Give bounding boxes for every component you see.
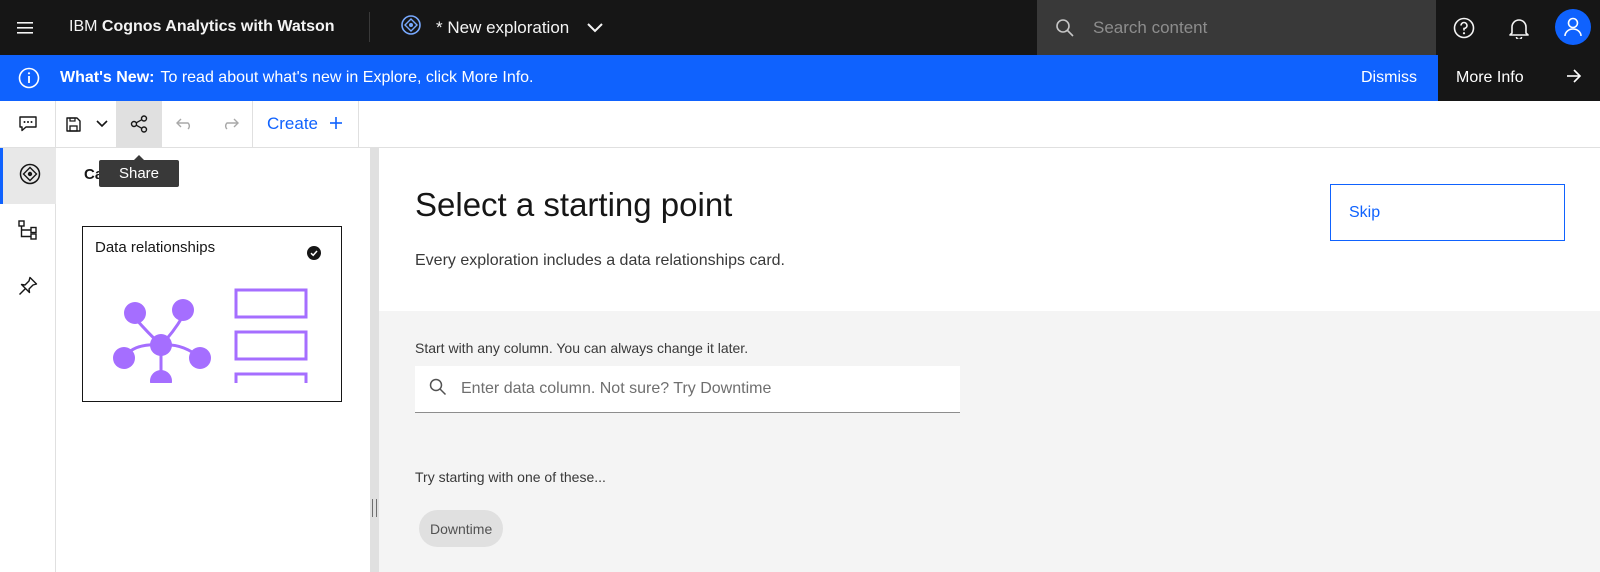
arrow-right-icon: [1566, 68, 1582, 88]
toolbar-divider: [358, 101, 359, 147]
column-search-input[interactable]: [461, 380, 941, 398]
rail-item-data-tree[interactable]: [0, 204, 56, 260]
toolbar-divider: [55, 101, 56, 147]
app-brand[interactable]: IBM Cognos Analytics with Watson: [69, 18, 335, 36]
create-label: Create: [266, 114, 319, 133]
exploration-switcher[interactable]: * New exploration: [400, 0, 603, 55]
exploration-cards-icon: [19, 163, 41, 190]
plus-icon: [330, 114, 343, 134]
notifications-icon[interactable]: [1491, 0, 1546, 55]
page-title: Select a starting point: [415, 186, 733, 223]
search-icon: [1055, 18, 1075, 38]
tree-view-icon: [18, 219, 38, 245]
header-divider: [369, 12, 370, 42]
global-search: [1037, 0, 1436, 55]
save-options-chevron-icon[interactable]: [88, 101, 116, 147]
help-icon[interactable]: [1436, 0, 1491, 55]
search-icon: [429, 378, 447, 401]
suggestion-chip-downtime[interactable]: Downtime: [419, 510, 504, 547]
toolbar: Create: [0, 101, 1600, 148]
page-subtitle: Every exploration includes a data relati…: [415, 252, 785, 269]
exploration-icon: [400, 14, 422, 41]
chat-icon[interactable]: [0, 101, 55, 147]
share-icon[interactable]: [116, 101, 162, 147]
menu-icon[interactable]: [0, 0, 50, 55]
column-prompt: Start with any column. You can always ch…: [415, 340, 749, 356]
more-info-button[interactable]: More Info: [1438, 55, 1600, 101]
brand-name: Cognos Analytics with Watson: [101, 18, 335, 35]
suggestions-prompt: Try starting with one of these...: [415, 469, 606, 485]
info-icon: [18, 67, 40, 89]
column-picker: Start with any column. You can always ch…: [379, 311, 1600, 572]
pin-icon: [18, 276, 38, 301]
brand-prefix: IBM: [69, 18, 98, 35]
share-tooltip: Share: [99, 155, 179, 187]
rail-item-pins[interactable]: [0, 260, 56, 316]
rail-item-cards[interactable]: [0, 148, 56, 204]
checkmark-icon: [307, 246, 321, 260]
data-relationships-card[interactable]: Data relationships: [82, 226, 342, 402]
create-button[interactable]: Create: [252, 101, 357, 147]
whats-new-banner: What's New: To read about what's new in E…: [0, 55, 1600, 101]
skip-button[interactable]: Skip: [1330, 184, 1565, 241]
cards-panel: Ca Data relationships: [56, 148, 371, 572]
left-rail: [0, 148, 56, 572]
banner-text: To read about what's new in Explore, cli…: [160, 69, 534, 86]
starting-point-header: Select a starting point Every exploratio…: [379, 148, 1600, 311]
more-info-label: More Info: [1456, 69, 1524, 86]
top-header: IBM Cognos Analytics with Watson * New e…: [0, 0, 1600, 55]
banner-heading: What's New:: [60, 69, 155, 86]
panel-splitter[interactable]: [370, 148, 379, 572]
exploration-title: * New exploration: [436, 17, 570, 37]
column-search: [415, 366, 960, 413]
search-input[interactable]: [1093, 17, 1413, 38]
card-title: Data relationships: [95, 239, 216, 256]
data-relationships-illustration: [113, 288, 308, 383]
chevron-down-icon[interactable]: [587, 18, 603, 38]
dismiss-button[interactable]: Dismiss: [1340, 55, 1438, 101]
redo-icon[interactable]: [208, 101, 252, 147]
save-icon[interactable]: [58, 101, 88, 147]
undo-icon[interactable]: [162, 101, 208, 147]
banner-message: What's New: To read about what's new in E…: [60, 69, 534, 87]
user-avatar-icon[interactable]: [1555, 9, 1591, 45]
resize-handle-icon[interactable]: [372, 499, 377, 517]
